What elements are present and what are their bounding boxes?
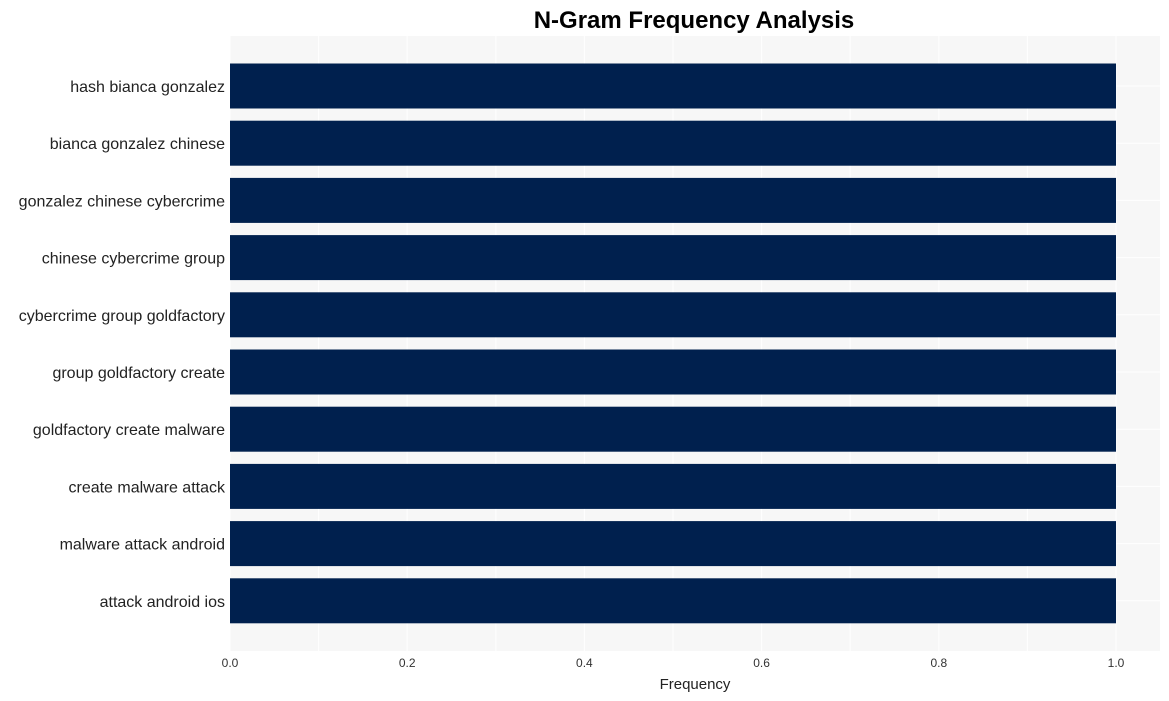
y-axis-labels: hash bianca gonzalez bianca gonzalez chin… [19,79,226,611]
bar [230,177,1116,223]
bar [230,349,1116,395]
y-tick-label: goldfactory create malware [33,422,225,439]
bar [230,63,1116,109]
x-tick-label: 0.6 [753,656,770,670]
bar [230,463,1116,509]
bar [230,292,1116,338]
bar [230,406,1116,452]
y-tick-label: bianca gonzalez chinese [50,136,225,153]
y-tick-label: attack android ios [100,594,225,611]
x-tick-label: 0.8 [930,656,947,670]
bar [230,521,1116,567]
y-tick-label: cybercrime group goldfactory [19,308,225,325]
x-tick-label: 0.2 [399,656,416,670]
y-tick-label: gonzalez chinese cybercrime [19,193,225,210]
y-tick-label: group goldfactory create [52,365,225,382]
x-tick-label: 0.0 [222,656,239,670]
y-tick-label: chinese cybercrime group [42,251,225,268]
bar [230,120,1116,166]
ngram-bar-chart: N-Gram Frequency Analysis hash bianca go… [19,7,1160,693]
x-axis-label: Frequency [660,676,731,693]
chart-title: N-Gram Frequency Analysis [534,7,855,34]
x-tick-label: 1.0 [1108,656,1125,670]
bar [230,235,1116,281]
y-tick-label: create malware attack [68,479,226,496]
y-tick-label: malware attack android [60,537,225,554]
bar [230,578,1116,624]
x-tick-label: 0.4 [576,656,593,670]
x-axis-ticks: 0.0 0.2 0.4 0.6 0.8 1.0 [222,656,1125,670]
y-tick-label: hash bianca gonzalez [70,79,225,96]
